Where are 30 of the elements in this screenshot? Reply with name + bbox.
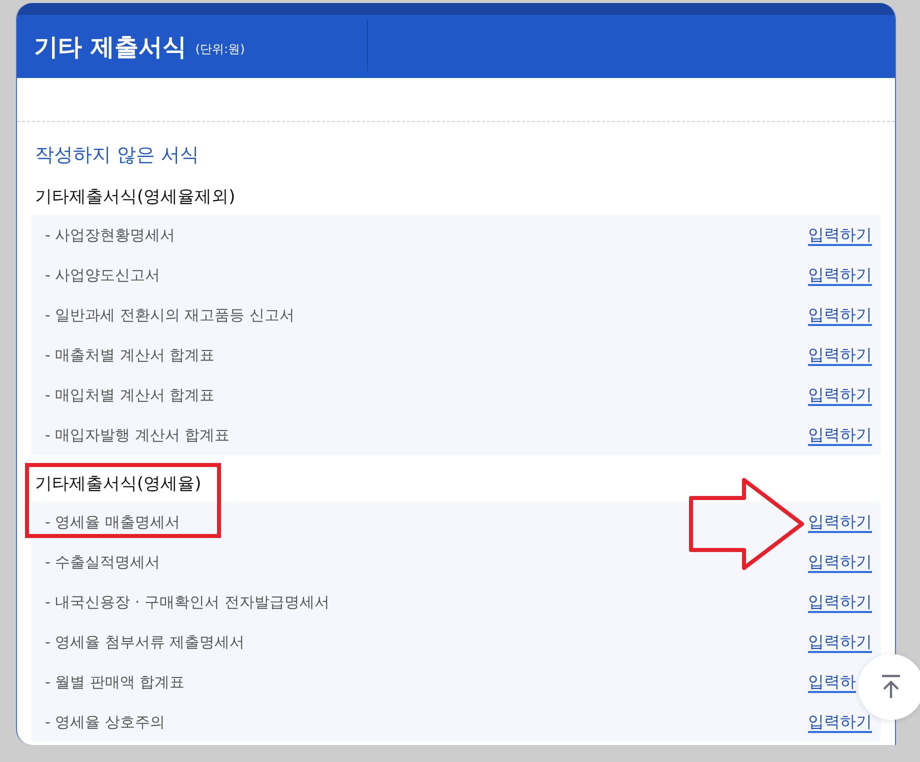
input-link[interactable]: 입력하기 [808, 424, 872, 446]
form-name: - 수출실적명세서 [45, 552, 160, 572]
form-name: - 영세율 상호주의 [45, 712, 165, 732]
group-title: 기타제출서식(영세율) [34, 473, 202, 496]
form-name: - 내국신용장 · 구매확인서 전자발급명세서 [45, 592, 330, 612]
input-link[interactable]: 입력하기 [808, 632, 872, 652]
form-name: - 영세율 매출명세서 [45, 512, 180, 532]
section-title: 작성하지 않은 서식 [35, 143, 200, 168]
input-link[interactable]: 입력하기 [808, 304, 872, 326]
input-link[interactable]: 입력하기 [808, 344, 872, 366]
form-name: - 일반과세 전환시의 재고품등 신고서 [45, 306, 294, 324]
input-link[interactable]: 입력하기 [808, 552, 872, 572]
form-name: - 사업양도신고서 [45, 266, 160, 284]
input-link[interactable]: 입력하기 [808, 264, 872, 286]
form-name: - 사업장현황명세서 [45, 226, 176, 244]
input-link[interactable]: 입력하기 [808, 712, 872, 732]
arrow-up-icon [880, 674, 902, 700]
input-link[interactable]: 입력하 [808, 672, 856, 692]
form-name: - 월별 판매액 합계표 [45, 672, 185, 692]
input-link[interactable]: 입력하기 [808, 512, 872, 532]
page-title: 기타 제출서식 [34, 32, 186, 62]
unit-label: (단위:원) [195, 41, 245, 58]
input-link[interactable]: 입력하기 [808, 224, 872, 246]
form-name: - 영세율 첨부서류 제출명세서 [45, 632, 245, 652]
input-link[interactable]: 입력하기 [808, 384, 872, 406]
form-name: - 매입처별 계산서 합계표 [45, 386, 215, 404]
form-name: - 매출처별 계산서 합계표 [45, 346, 215, 364]
group-title: 기타제출서식(영세율제외) [34, 186, 236, 209]
input-link[interactable]: 입력하기 [808, 592, 872, 612]
form-name: - 매입자발행 계산서 합계표 [45, 426, 230, 444]
